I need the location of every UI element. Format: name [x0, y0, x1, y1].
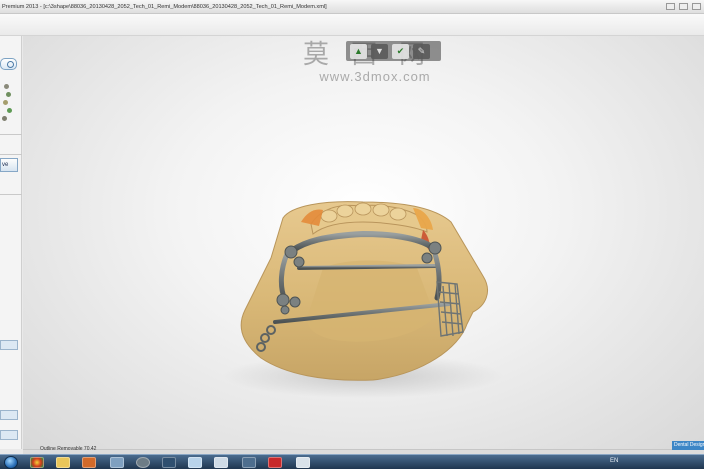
- panel-field[interactable]: [0, 410, 18, 420]
- panel-divider: [0, 134, 22, 135]
- panel-divider: [0, 154, 22, 155]
- accept-check-icon[interactable]: ✔: [392, 43, 409, 59]
- panel-divider: [0, 194, 22, 195]
- window-title: Premium 2013 - [c:\3shape\88036_20130428…: [2, 4, 327, 10]
- language-indicator[interactable]: EN: [610, 458, 618, 464]
- window-controls: [666, 3, 701, 10]
- panel-field[interactable]: [0, 340, 18, 350]
- panel-field[interactable]: [0, 430, 18, 440]
- panel-refresh-button[interactable]: [0, 58, 17, 70]
- panel-tab-selected[interactable]: ve: [0, 158, 18, 172]
- app-icon[interactable]: [162, 457, 176, 468]
- media-icon[interactable]: [82, 457, 96, 468]
- start-button[interactable]: [4, 456, 18, 469]
- network-icon[interactable]: [110, 457, 124, 468]
- 3d-viewport[interactable]: 莫西网 www.3dmox.com ▲ ▼ ✔ ✎: [23, 36, 704, 449]
- view-toolbar: ▲ ▼ ✔ ✎: [346, 41, 441, 61]
- red-app-icon[interactable]: [268, 457, 282, 468]
- close-button[interactable]: [692, 3, 701, 10]
- view-up-icon[interactable]: ▲: [350, 43, 367, 59]
- panel-tab-label: ve: [2, 162, 9, 168]
- maximize-button[interactable]: [679, 3, 688, 10]
- dental-model-render: [223, 201, 503, 398]
- tools-icon[interactable]: ✎: [413, 43, 430, 59]
- top-toolbar: [0, 14, 704, 36]
- corner-badge[interactable]: Dental Designer: [672, 441, 704, 450]
- status-text: Outline Removable 70.42: [40, 446, 97, 452]
- folder-icon[interactable]: [56, 457, 70, 468]
- chrome-icon[interactable]: [30, 457, 44, 468]
- monitor-icon[interactable]: [296, 457, 310, 468]
- mail-icon[interactable]: [242, 457, 256, 468]
- minimize-button[interactable]: [666, 3, 675, 10]
- palate-area: [307, 260, 435, 342]
- window-icon[interactable]: [214, 457, 228, 468]
- left-panel: ve: [0, 36, 22, 449]
- title-bar: Premium 2013 - [c:\3shape\88036_20130428…: [0, 0, 704, 14]
- taskbar: EN: [0, 454, 704, 469]
- disc-icon[interactable]: [136, 457, 150, 468]
- view-down-icon[interactable]: ▼: [371, 43, 388, 59]
- word-icon[interactable]: [188, 457, 202, 468]
- tooth-selector-icon[interactable]: [1, 82, 13, 126]
